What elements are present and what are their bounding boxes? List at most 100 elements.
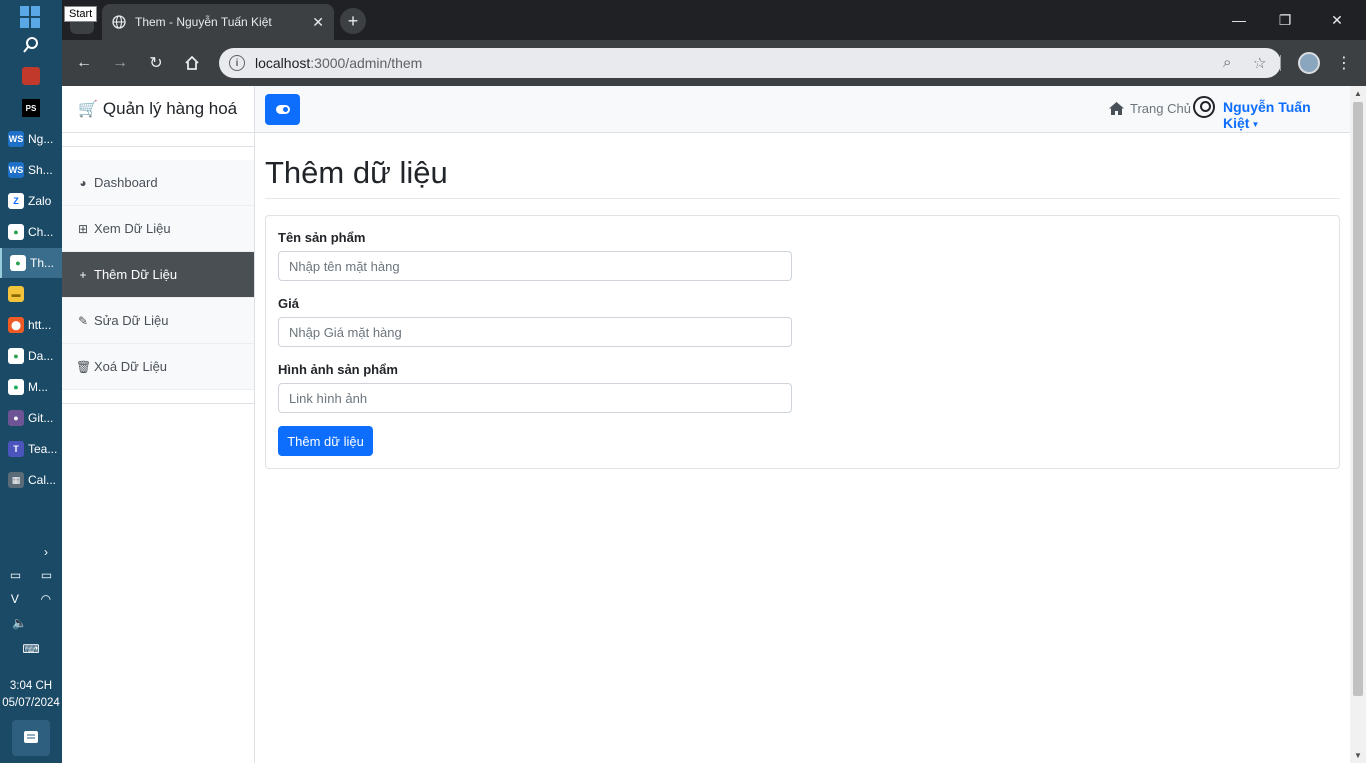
scroll-thumb[interactable] [1353, 102, 1363, 696]
toolbar-divider [1280, 55, 1281, 71]
taskbar-app-11[interactable]: T Tea... [0, 434, 62, 464]
url-host: localhost [255, 55, 311, 71]
taskbar-app-label: Th... [30, 256, 55, 270]
taskbar-app-7[interactable]: ⬤ htt... [0, 310, 62, 340]
scroll-up-icon[interactable]: ▲ [1354, 89, 1362, 98]
address-bar[interactable]: i localhost:3000/admin/them ⌕ ☆ [219, 48, 1281, 78]
site-info-icon[interactable]: i [229, 55, 245, 71]
chrome-icon: ● [10, 255, 26, 271]
sidebar-toggle-button[interactable] [265, 94, 300, 125]
new-tab-button[interactable]: + [340, 8, 366, 34]
vpn-icon[interactable]: V [11, 592, 19, 606]
sidebar-item-label: Sửa Dữ Liệu [94, 313, 169, 328]
taskbar-app-phpstorm[interactable]: PS [22, 99, 40, 117]
taskbar-app-label: htt... [28, 318, 52, 332]
notification-icon [24, 731, 38, 743]
browser-toolbar: ← → ↻ i localhost:3000/admin/them ⌕ ☆ ⧉ … [62, 40, 1366, 86]
tab-close-icon[interactable]: ✕ [312, 14, 324, 31]
reload-icon: ↻ [149, 55, 163, 72]
sidebar: 🛒 Quản lý hàng hoá ◕ Dashboard ⊞ Xem Dữ Liệ… [62, 86, 255, 763]
home-link-label: Trang Chủ [1130, 101, 1191, 116]
page-scrollbar[interactable]: ▲ ▼ [1350, 86, 1366, 763]
profile-avatar[interactable] [1298, 52, 1320, 74]
restore-icon: ❐ [1278, 11, 1292, 28]
browser-tab-active[interactable]: Them - Nguyễn Tuấn Kiệt ✕ [102, 4, 334, 40]
shopping-cart-icon: 🛒 [78, 101, 98, 118]
taskbar-app-2[interactable]: WS Sh... [0, 155, 62, 185]
more-vertical-icon: ⋮ [1336, 55, 1352, 72]
table-icon: ⊞ [77, 221, 89, 236]
submit-button[interactable]: Thêm dữ liệu [278, 426, 373, 456]
sidebar-item-view-data[interactable]: ⊞ Xem Dữ Liệu [62, 206, 254, 252]
page-title: Thêm dữ liệu [265, 155, 1340, 199]
close-icon: ✕ [1331, 11, 1343, 28]
forward-button[interactable]: → [107, 50, 133, 76]
taskbar-app-3[interactable]: Z Zalo [0, 186, 62, 216]
chrome-icon: ● [8, 348, 24, 364]
sidebar-item-label: Xoá Dữ Liệu [94, 359, 168, 374]
user-dropdown[interactable]: Nguyễn Tuấn Kiệt ▼ [1223, 99, 1350, 131]
notification-center-button[interactable] [12, 720, 50, 756]
github-icon: ● [8, 410, 24, 426]
sidebar-item-label: Xem Dữ Liệu [94, 221, 171, 236]
taskbar-app-12[interactable]: ▦ Cal... [0, 465, 62, 495]
page-viewport: 🛒 Quản lý hàng hoá ◕ Dashboard ⊞ Xem Dữ Liệ… [62, 86, 1350, 763]
home-link[interactable]: Trang Chủ [1109, 101, 1191, 116]
taskbar-app-5[interactable]: ● Th... [0, 248, 62, 278]
taskbar-app-label: Sh... [28, 163, 53, 177]
globe-icon [112, 15, 126, 29]
product-image-input[interactable] [278, 383, 792, 413]
taskbar-app-label: Ch... [28, 225, 54, 239]
taskbar-app-label: Ng... [28, 132, 54, 146]
taskbar-app-label: Cal... [28, 473, 57, 487]
sidebar-brand[interactable]: 🛒 Quản lý hàng hoá [62, 86, 254, 133]
sidebar-item-delete-data[interactable]: 🗑 Xoá Dữ Liệu [62, 344, 254, 390]
sidebar-item-label: Thêm Dữ Liệu [94, 267, 178, 282]
minimize-icon: — [1232, 12, 1246, 28]
product-name-input[interactable] [278, 251, 792, 281]
taskbar-app-4[interactable]: ● Ch... [0, 217, 62, 247]
puzzle-icon: ⧉ [1248, 54, 1260, 71]
toggle-icon [275, 105, 290, 114]
home-button[interactable] [179, 50, 205, 76]
taskbar-app-8[interactable]: ● Da... [0, 341, 62, 371]
plus-icon: + [347, 10, 359, 31]
volume-icon[interactable]: 🔈 [12, 616, 27, 630]
sidebar-item-dashboard[interactable]: ◕ Dashboard [62, 160, 254, 206]
reload-button[interactable]: ↻ [143, 50, 169, 76]
restore-button[interactable]: ❐ [1262, 0, 1308, 40]
pencil-icon: ✎ [77, 313, 89, 328]
taskbar-app-label: Zalo [28, 194, 52, 208]
windows-start-button[interactable] [20, 6, 42, 28]
wifi-icon[interactable]: ◠ [41, 592, 51, 606]
caret-down-icon: ▼ [1251, 119, 1260, 129]
price-input[interactable] [278, 317, 792, 347]
minimize-button[interactable]: — [1216, 0, 1262, 40]
main-content: Thêm dữ liệu Tên sản phẩm Giá Hình ảnh s… [265, 133, 1340, 469]
battery-icon[interactable]: ▭ [41, 568, 52, 582]
plus-icon: + [79, 267, 87, 282]
taskbar-app-6[interactable]: ▬ [0, 279, 62, 309]
product-image-label: Hình ảnh sản phẩm [278, 362, 398, 377]
taskbar-app-pinned-1[interactable] [22, 67, 40, 85]
back-button[interactable]: ← [71, 50, 97, 76]
system-clock[interactable]: 3:04 CH 05/07/2024 [0, 678, 62, 712]
sidebar-item-add-data[interactable]: + Thêm Dữ Liệu [62, 252, 254, 298]
monitor-icon[interactable]: ▭ [10, 568, 21, 582]
sidebar-divider [62, 133, 254, 147]
scroll-down-icon[interactable]: ▼ [1354, 751, 1362, 760]
sidebar-item-edit-data[interactable]: ✎ Sửa Dữ Liệu [62, 298, 254, 344]
taskbar-app-9[interactable]: ● M... [0, 372, 62, 402]
zoom-icon[interactable]: ⌕ [1223, 54, 1231, 71]
taskbar-app-10[interactable]: ● Git... [0, 403, 62, 433]
taskbar-app-label: Tea... [28, 442, 58, 456]
search-icon[interactable] [22, 36, 40, 54]
mongodb-icon: ● [8, 379, 24, 395]
extensions-button[interactable]: ⧉ [1241, 50, 1267, 76]
browser-menu-button[interactable]: ⋮ [1331, 50, 1357, 76]
taskbar-app-1[interactable]: WS Ng... [0, 124, 62, 154]
close-window-button[interactable]: ✕ [1314, 0, 1360, 40]
chevron-right-icon[interactable]: › [44, 545, 48, 559]
browser-titlebar: Them - Nguyễn Tuấn Kiệt ✕ + — ❐ ✕ [62, 0, 1366, 40]
keyboard-icon[interactable]: ⌨ [22, 642, 39, 656]
